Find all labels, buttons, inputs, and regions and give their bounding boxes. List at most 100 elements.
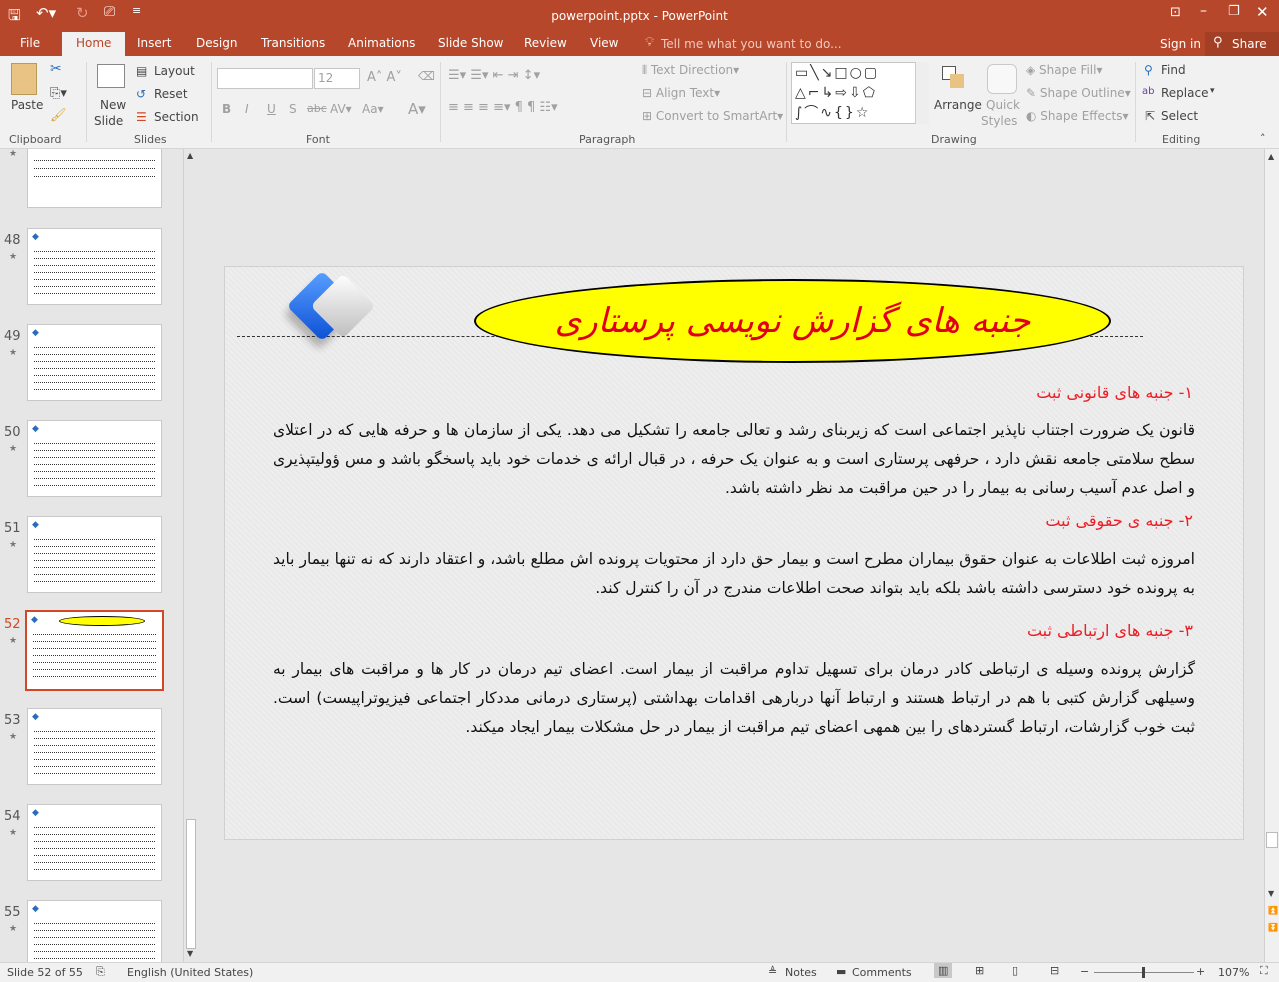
scroll-down-icon[interactable]: ▼ — [1268, 889, 1274, 898]
scroll-thumb[interactable] — [1266, 832, 1278, 848]
star-icon: ★ — [9, 252, 18, 262]
format-painter-icon[interactable]: 🖌︎ — [50, 108, 67, 123]
replace-button[interactable]: Replace — [1161, 86, 1208, 100]
restore-icon[interactable]: ❐ — [1228, 4, 1240, 19]
bold-icon[interactable]: B — [222, 102, 231, 116]
slide-thumbnail[interactable]: ◆ — [27, 324, 162, 401]
share-button[interactable]: ⚲ Share — [1205, 32, 1279, 56]
section-body: امروزه ثبت اطلاعات به عنوان حقوق بیماران… — [273, 550, 1195, 597]
shape-fill-button[interactable]: ◈ Shape Fill▾ — [1026, 63, 1103, 77]
normal-view-icon[interactable]: ▥ — [934, 963, 953, 978]
slide-number: 50 — [4, 425, 21, 440]
shadow-icon[interactable]: S — [289, 102, 297, 116]
layout-button[interactable]: Layout — [154, 64, 195, 78]
align-icons[interactable]: ≡ ≡ ≡ ≡▾ ¶ ¶ ☷▾ — [448, 100, 558, 115]
tab-file[interactable]: File — [20, 36, 40, 50]
font-color-icon[interactable]: A▾ — [408, 100, 426, 118]
slide-thumbnail[interactable]: ◆ — [27, 420, 162, 497]
new-slide-icon[interactable] — [97, 64, 125, 88]
tab-slide-show[interactable]: Slide Show — [438, 36, 503, 50]
scroll-up-icon[interactable]: ▲ — [1268, 152, 1274, 161]
slide-thumbnail[interactable]: ◆ — [27, 804, 162, 881]
ribbon-display-icon[interactable]: ⊡ — [1170, 5, 1181, 20]
font-family-select[interactable] — [217, 68, 313, 89]
slide-sorter-icon[interactable]: ⊞ — [975, 964, 984, 977]
slide-number: 48 — [4, 233, 21, 248]
find-button[interactable]: Find — [1161, 63, 1186, 77]
paste-icon[interactable] — [11, 63, 37, 95]
tab-insert[interactable]: Insert — [137, 36, 171, 50]
char-spacing-icon[interactable]: AV▾ — [330, 102, 352, 116]
italic-icon[interactable]: I — [245, 102, 249, 116]
underline-icon[interactable]: U — [267, 102, 276, 116]
tab-animations[interactable]: Animations — [348, 36, 415, 50]
collapse-ribbon-icon[interactable]: ˄ — [1260, 132, 1266, 145]
quick-styles-label[interactable]: Styles — [981, 114, 1017, 128]
new-slide-label[interactable]: Slide — [94, 114, 123, 128]
tab-view[interactable]: View — [590, 36, 618, 50]
tab-review[interactable]: Review — [524, 36, 567, 50]
strikethrough-icon[interactable]: abc — [307, 102, 327, 115]
title-ellipse[interactable]: جنبه های گزارش نویسی پرستاری — [474, 279, 1111, 363]
scroll-up-icon[interactable]: ▲ — [187, 151, 193, 160]
slide-thumbnail[interactable]: ◆ — [27, 516, 162, 593]
slide-canvas[interactable]: جنبه های گزارش نویسی پرستاری ۱- جنبه های… — [224, 266, 1244, 840]
shapes-gallery[interactable]: ▭╲↘□○▢ △⌐↳⇨⇩⬠ ∫⌒∿{}☆ — [791, 62, 929, 124]
comments-button[interactable]: Comments — [852, 966, 912, 979]
new-slide-button[interactable]: New — [100, 98, 126, 112]
thumbnail-scrollbar[interactable]: ▲ ▼ — [183, 149, 198, 962]
sign-in-link[interactable]: Sign in — [1160, 37, 1201, 51]
tab-transitions[interactable]: Transitions — [261, 36, 325, 50]
language-indicator[interactable]: English (United States) — [127, 966, 253, 979]
slide-thumbnail[interactable]: ◆ — [27, 900, 162, 962]
tell-me-input[interactable]: Tell me what you want to do... — [661, 37, 842, 51]
text-direction-button[interactable]: ⫴ Text Direction▾ — [642, 63, 739, 78]
select-button[interactable]: Select — [1161, 109, 1198, 123]
notes-button[interactable]: Notes — [785, 966, 817, 979]
font-grow-icon[interactable]: A˄ A˅ — [367, 70, 402, 85]
slide-thumbnail[interactable]: ◆ — [25, 610, 164, 691]
section-body: گزارش پرونده وسیله ی ارتباطی کادر درمان … — [273, 660, 1195, 736]
section-button[interactable]: Section — [154, 110, 199, 124]
next-slide-icon[interactable]: ⏬ — [1268, 923, 1278, 932]
star-icon: ★ — [9, 540, 18, 550]
shape-effects-button[interactable]: ◐ Shape Effects▾ — [1026, 109, 1129, 123]
shapes-gallery-scroll[interactable] — [915, 62, 929, 124]
reading-view-icon[interactable]: ▯ — [1012, 964, 1018, 977]
close-icon[interactable]: ✕ — [1256, 3, 1269, 21]
copy-icon[interactable]: ⎘▾ — [50, 86, 67, 101]
slide-thumbnail[interactable]: ◆ — [27, 708, 162, 785]
arrange-button[interactable]: Arrange — [934, 98, 982, 112]
slide-scrollbar[interactable]: ▲ ▼ ⏫ ⏬ — [1264, 149, 1279, 962]
slide-thumbnail[interactable]: ◆ — [27, 228, 162, 305]
change-case-icon[interactable]: Aa▾ — [362, 102, 384, 116]
scroll-thumb[interactable] — [186, 819, 196, 949]
previous-slide-icon[interactable]: ⏫ — [1268, 906, 1278, 915]
clear-format-icon[interactable]: ⌫ — [418, 69, 435, 83]
paste-button[interactable]: Paste — [11, 98, 43, 112]
cut-icon[interactable]: ✂ — [50, 61, 62, 77]
zoom-slider-thumb[interactable] — [1142, 967, 1145, 978]
font-size-select[interactable]: 12 — [314, 68, 360, 89]
tab-home[interactable]: Home — [62, 32, 126, 56]
zoom-out-icon[interactable]: − — [1080, 965, 1089, 978]
minimize-icon[interactable]: – — [1200, 3, 1207, 19]
replace-dropdown-icon[interactable]: ▾ — [1210, 86, 1215, 96]
scroll-down-icon[interactable]: ▼ — [187, 949, 193, 958]
slide-thumbnail[interactable] — [27, 149, 162, 208]
fit-to-window-icon[interactable]: ⛶ — [1260, 964, 1268, 978]
slide-number: 55 — [4, 905, 21, 920]
quick-styles-button[interactable]: Quick — [986, 98, 1020, 112]
spellcheck-icon[interactable]: ⎘ — [96, 965, 105, 979]
tab-design[interactable]: Design — [196, 36, 237, 50]
convert-smartart-button[interactable]: ⊞ Convert to SmartArt▾ — [642, 109, 783, 123]
shape-outline-button[interactable]: ✎ Shape Outline▾ — [1026, 86, 1131, 100]
zoom-in-icon[interactable]: + — [1196, 965, 1205, 978]
title-bar: 🖫 ↶▾ ↻ ⎚ ≡ powerpoint.pptx - PowerPoint … — [0, 0, 1279, 32]
slideshow-icon[interactable]: ⊟ — [1050, 964, 1059, 977]
star-icon: ★ — [9, 348, 18, 358]
zoom-level[interactable]: 107% — [1218, 966, 1249, 979]
align-text-button[interactable]: ⊟ Align Text▾ — [642, 86, 720, 100]
bullets-icon[interactable]: ☰▾ ☰▾ ⇤ ⇥ ↕▾ — [448, 68, 540, 83]
reset-button[interactable]: Reset — [154, 87, 188, 101]
